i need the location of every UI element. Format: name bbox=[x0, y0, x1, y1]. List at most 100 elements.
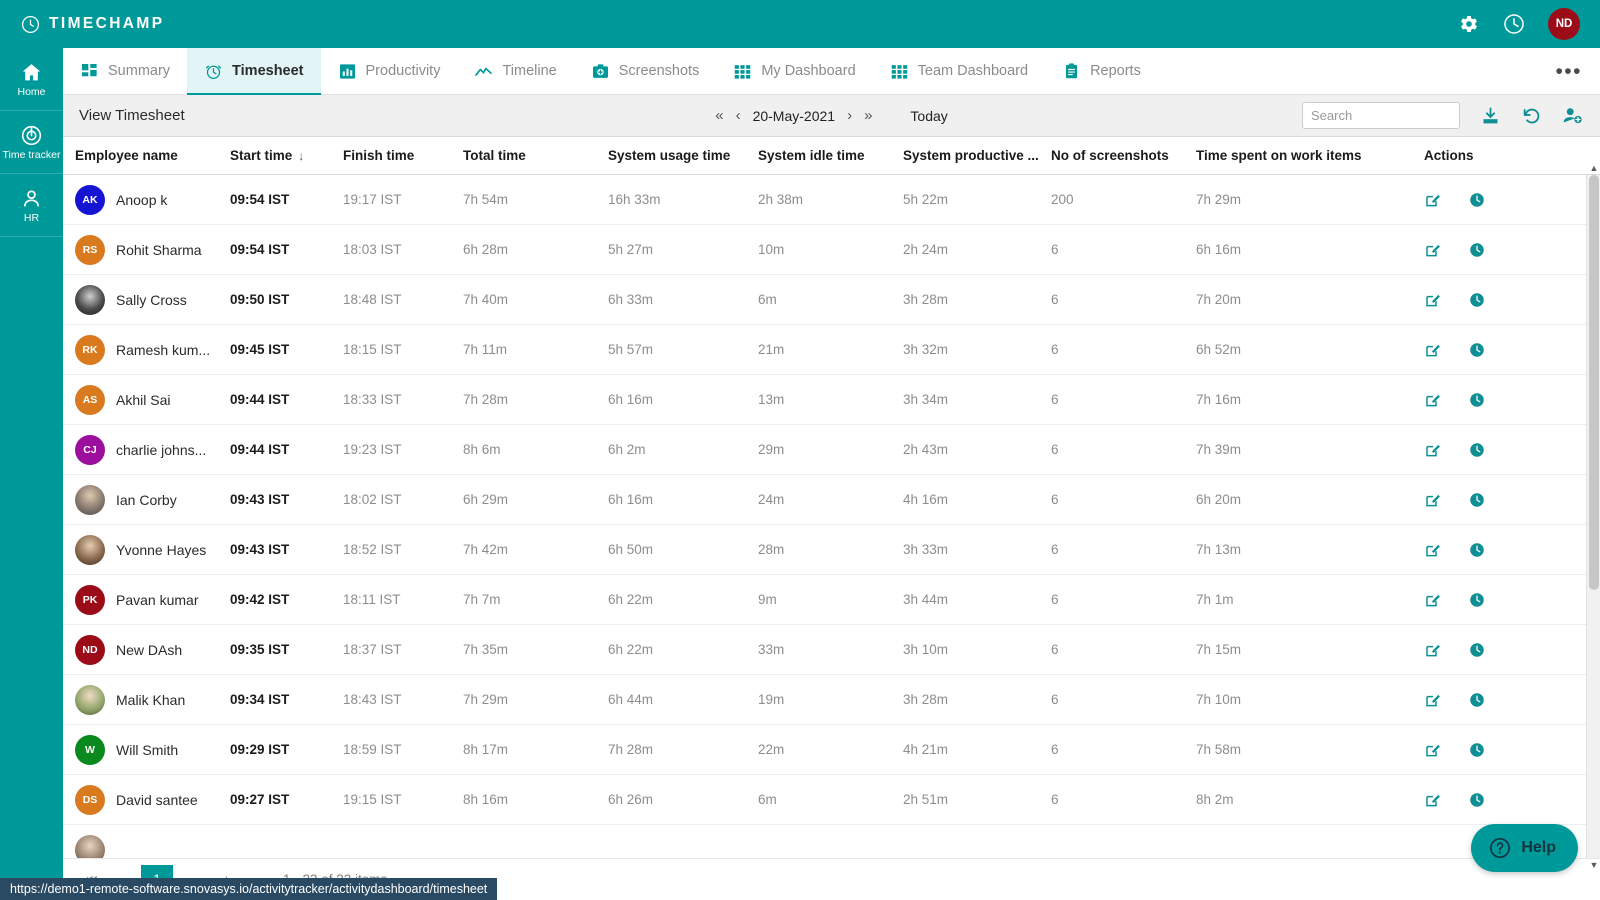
today-button[interactable]: Today bbox=[910, 108, 947, 124]
grid-header-start-time[interactable]: Start time↓ bbox=[218, 148, 331, 163]
scroll-up-icon[interactable]: ▲ bbox=[1587, 161, 1600, 175]
clock-icon[interactable] bbox=[1468, 791, 1486, 809]
avatar-initials[interactable]: CJ bbox=[75, 435, 105, 465]
date-first-button[interactable]: « bbox=[715, 108, 723, 123]
table-row[interactable]: NDNew DAsh09:35 IST18:37 IST7h 35m6h 22m… bbox=[63, 625, 1600, 675]
help-button[interactable]: Help bbox=[1471, 824, 1578, 872]
clock-icon[interactable] bbox=[1468, 741, 1486, 759]
clock-icon[interactable] bbox=[1468, 691, 1486, 709]
edit-pencil-icon[interactable] bbox=[1424, 541, 1442, 559]
tab-reports[interactable]: Reports bbox=[1045, 48, 1158, 94]
rail-item-home[interactable]: Home bbox=[0, 48, 63, 111]
table-row[interactable]: Yvonne Hayes09:43 IST18:52 IST7h 42m6h 5… bbox=[63, 525, 1600, 575]
search-input[interactable] bbox=[1302, 102, 1460, 129]
clock-icon[interactable] bbox=[1468, 341, 1486, 359]
rail-item-time-tracker[interactable]: Time tracker bbox=[0, 111, 63, 174]
edit-pencil-icon[interactable] bbox=[1424, 691, 1442, 709]
edit-pencil-icon[interactable] bbox=[1424, 591, 1442, 609]
table-row[interactable]: Malik Khan09:34 IST18:43 IST7h 29m6h 44m… bbox=[63, 675, 1600, 725]
table-row[interactable]: Sally Cross09:50 IST18:48 IST7h 40m6h 33… bbox=[63, 275, 1600, 325]
edit-pencil-icon[interactable] bbox=[1424, 791, 1442, 809]
date-last-button[interactable]: » bbox=[864, 108, 872, 123]
avatar-initials[interactable]: DS bbox=[75, 785, 105, 815]
grid-header-system-idle-time[interactable]: System idle time bbox=[746, 148, 891, 163]
brand-logo[interactable]: TIMECHAMP bbox=[21, 15, 164, 34]
avatar-initials[interactable]: W bbox=[75, 735, 105, 765]
grid-header-system-usage-time[interactable]: System usage time bbox=[596, 148, 746, 163]
date-next-button[interactable]: › bbox=[847, 108, 852, 123]
cell-start: 09:42 IST bbox=[218, 592, 331, 607]
edit-pencil-icon[interactable] bbox=[1424, 341, 1442, 359]
avatar-photo[interactable] bbox=[75, 535, 105, 565]
tab-team-dashboard[interactable]: Team Dashboard bbox=[873, 48, 1045, 94]
employee-name: Will Smith bbox=[116, 742, 178, 758]
clock-icon[interactable] bbox=[1468, 241, 1486, 259]
tab-timeline[interactable]: Timeline bbox=[457, 48, 573, 94]
scroll-down-icon[interactable]: ▼ bbox=[1587, 858, 1600, 872]
avatar-initials[interactable]: AK bbox=[75, 185, 105, 215]
scrollbar-thumb[interactable] bbox=[1589, 175, 1599, 590]
avatar-photo[interactable] bbox=[75, 485, 105, 515]
tab-timesheet[interactable]: Timesheet bbox=[187, 48, 320, 94]
undo-refresh-icon[interactable] bbox=[1521, 105, 1542, 126]
edit-pencil-icon[interactable] bbox=[1424, 291, 1442, 309]
rail-label-home: Home bbox=[17, 87, 45, 98]
clock-icon[interactable] bbox=[1468, 641, 1486, 659]
edit-pencil-icon[interactable] bbox=[1424, 391, 1442, 409]
tab-screenshots[interactable]: Screenshots bbox=[574, 48, 717, 94]
edit-pencil-icon[interactable] bbox=[1424, 441, 1442, 459]
grid-header-total-time[interactable]: Total time bbox=[451, 148, 596, 163]
gear-icon[interactable] bbox=[1456, 12, 1480, 36]
clock-icon[interactable] bbox=[1468, 291, 1486, 309]
download-icon[interactable] bbox=[1480, 105, 1501, 126]
edit-pencil-icon[interactable] bbox=[1424, 741, 1442, 759]
edit-pencil-icon[interactable] bbox=[1424, 641, 1442, 659]
clock-icon[interactable] bbox=[1502, 12, 1526, 36]
table-row[interactable]: Ian Corby09:43 IST18:02 IST6h 29m6h 16m2… bbox=[63, 475, 1600, 525]
table-row[interactable]: ASAkhil Sai09:44 IST18:33 IST7h 28m6h 16… bbox=[63, 375, 1600, 425]
avatar-initials[interactable]: RS bbox=[75, 235, 105, 265]
tab-summary[interactable]: Summary bbox=[63, 48, 187, 94]
tabs-overflow-button[interactable]: ••• bbox=[1537, 48, 1600, 94]
tab-my-dashboard[interactable]: My Dashboard bbox=[716, 48, 872, 94]
table-row[interactable]: DSDavid santee09:27 IST19:15 IST8h 16m6h… bbox=[63, 775, 1600, 825]
table-row[interactable] bbox=[63, 825, 1600, 858]
table-row[interactable]: WWill Smith09:29 IST18:59 IST8h 17m7h 28… bbox=[63, 725, 1600, 775]
add-user-icon[interactable] bbox=[1562, 105, 1583, 126]
avatar-photo[interactable] bbox=[75, 835, 105, 859]
avatar-photo[interactable] bbox=[75, 685, 105, 715]
table-row[interactable]: RSRohit Sharma09:54 IST18:03 IST6h 28m5h… bbox=[63, 225, 1600, 275]
avatar-initials[interactable]: ND bbox=[75, 635, 105, 665]
clock-icon[interactable] bbox=[1468, 191, 1486, 209]
rail-item-hr[interactable]: HR bbox=[0, 174, 63, 237]
clock-icon[interactable] bbox=[1468, 441, 1486, 459]
grid-header-no-of-screenshots[interactable]: No of screenshots bbox=[1039, 148, 1184, 163]
avatar[interactable]: ND bbox=[1548, 8, 1580, 40]
clock-icon[interactable] bbox=[1468, 591, 1486, 609]
grid-header-time-spent-on-work-items[interactable]: Time spent on work items bbox=[1184, 148, 1412, 163]
grid-header-employee-name[interactable]: Employee name bbox=[63, 148, 218, 163]
grid-header-actions[interactable]: Actions bbox=[1412, 148, 1532, 163]
grid-header-system-productive[interactable]: System productive ... bbox=[891, 148, 1039, 163]
table-row[interactable]: RKRamesh kum...09:45 IST18:15 IST7h 11m5… bbox=[63, 325, 1600, 375]
cell-work-items: 6h 52m bbox=[1184, 342, 1412, 357]
table-row[interactable]: PKPavan kumar09:42 IST18:11 IST7h 7m6h 2… bbox=[63, 575, 1600, 625]
table-row[interactable]: CJcharlie johns...09:44 IST19:23 IST8h 6… bbox=[63, 425, 1600, 475]
edit-pencil-icon[interactable] bbox=[1424, 191, 1442, 209]
table-row[interactable]: AKAnoop k09:54 IST19:17 IST7h 54m16h 33m… bbox=[63, 175, 1600, 225]
time-tracker-icon bbox=[20, 124, 43, 147]
vertical-scrollbar[interactable]: ▲ ▼ bbox=[1586, 175, 1600, 858]
edit-pencil-icon[interactable] bbox=[1424, 241, 1442, 259]
clock-icon[interactable] bbox=[1468, 391, 1486, 409]
edit-pencil-icon[interactable] bbox=[1424, 491, 1442, 509]
avatar-photo[interactable] bbox=[75, 285, 105, 315]
selected-date[interactable]: 20-May-2021 bbox=[753, 108, 836, 124]
clock-icon[interactable] bbox=[1468, 491, 1486, 509]
avatar-initials[interactable]: PK bbox=[75, 585, 105, 615]
avatar-initials[interactable]: RK bbox=[75, 335, 105, 365]
date-prev-button[interactable]: ‹ bbox=[736, 108, 741, 123]
avatar-initials[interactable]: AS bbox=[75, 385, 105, 415]
grid-header-finish-time[interactable]: Finish time bbox=[331, 148, 451, 163]
clock-icon[interactable] bbox=[1468, 541, 1486, 559]
tab-productivity[interactable]: Productivity bbox=[321, 48, 458, 94]
